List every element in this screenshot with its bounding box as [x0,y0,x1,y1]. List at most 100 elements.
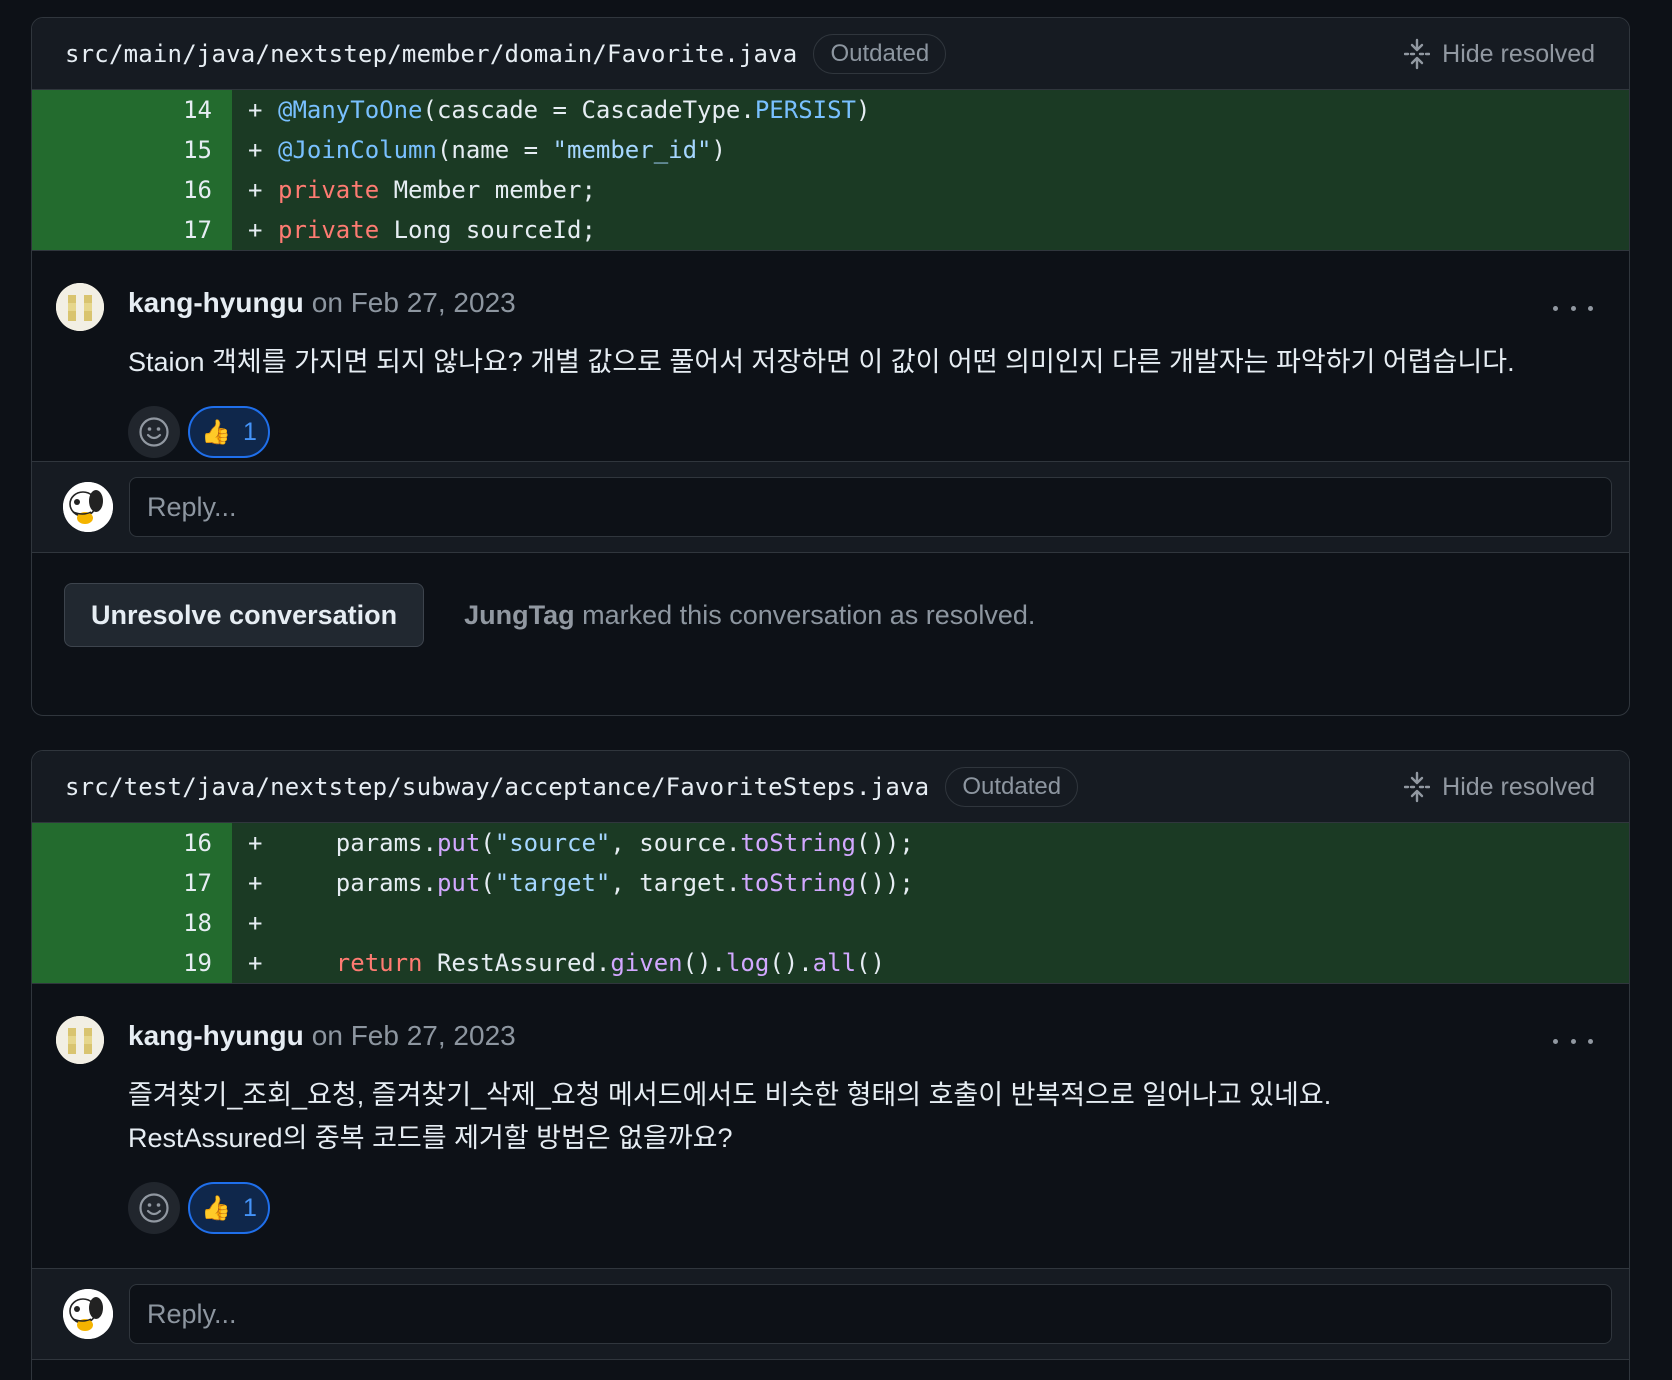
code-token: , target. [610,869,741,897]
avatar[interactable] [56,283,104,331]
file-path[interactable]: src/main/java/nextstep/member/domain/Fav… [65,40,797,68]
code-line: params.put("source", source.toString()); [268,829,914,857]
line-number[interactable]: 19 [32,943,232,983]
reply-input[interactable]: Reply... [129,1284,1612,1344]
resolver-name[interactable]: JungTag [464,600,575,630]
diff-line: 19 + return RestAssured.given().log().al… [32,943,1629,983]
code-token: params. [278,869,437,897]
code-token-kw: private [278,176,380,204]
snoopy-avatar-icon [63,482,113,532]
diff-line: 16 + params.put("source", source.toStrin… [32,823,1629,863]
review-thread: src/test/java/nextstep/subway/acceptance… [31,750,1630,1380]
thumbs-up-reaction[interactable]: 👍 1 [188,406,270,458]
code-line: params.put("target", target.toString()); [268,869,914,897]
code-token: ( [480,829,495,857]
more-options-button[interactable] [1553,1026,1593,1056]
reaction-count: 1 [242,1193,257,1222]
reply-row: Reply... [32,1268,1629,1360]
diff-line: 17 + params.put("target", target.toStrin… [32,863,1629,903]
identicon-icon [56,1016,104,1064]
diff-hunk: 14 + @ManyToOne(cascade = CascadeType.PE… [32,90,1629,251]
line-number[interactable]: 18 [32,903,232,943]
more-options-button[interactable] [1553,293,1593,323]
comment-body: 즐겨찾기_조회_요청, 즐겨찾기_삭제_요청 메서드에서도 비슷한 형태의 호출… [128,1074,1629,1160]
avatar[interactable] [63,1289,113,1339]
diff-line: 14 + @ManyToOne(cascade = CascadeType.PE… [32,90,1629,130]
code-token-str: "source" [494,829,611,857]
hide-resolved-button[interactable]: Hide resolved [1404,751,1595,823]
diff-line: 16 + private Member member; [32,170,1629,210]
add-reaction-button[interactable] [128,1182,180,1234]
code-token: params. [278,829,437,857]
line-number[interactable]: 15 [32,130,232,170]
diff-line: 18 + [32,903,1629,943]
code-token: ()); [856,829,914,857]
code-token: Long sourceId; [379,216,596,244]
code-token-ann: @ManyToOne [278,96,423,124]
diff-sign: + [248,96,263,124]
diff-sign: + [248,829,263,857]
resolved-text: marked this conversation as resolved. [582,599,1036,630]
code-token-fn: log [725,949,770,977]
code-token: (cascade = CascadeType. [422,96,755,124]
code-token-fn: toString [740,869,856,897]
comment-text-line: 즐겨찾기_조회_요청, 즐겨찾기_삭제_요청 메서드에서도 비슷한 형태의 호출… [128,1080,1332,1110]
comment-text-line: Staion 객체를 가지면 되지 않나요? 개별 값으로 풀어서 저장하면 이… [128,347,1515,377]
code-token: ) [711,136,726,164]
snoopy-avatar-icon [63,1289,113,1339]
resolved-message: JungTag marked this conversation as reso… [464,600,1035,631]
comment-body: Staion 객체를 가지면 되지 않나요? 개별 값으로 풀어서 저장하면 이… [128,341,1629,384]
reactions-bar: 👍 1 [128,406,1629,458]
resolve-row: Unresolve conversation JungTag marked th… [32,583,1629,647]
code-token: RestAssured. [422,949,611,977]
thumbs-up-reaction[interactable]: 👍 1 [188,1182,270,1234]
comment-author[interactable]: kang-hyungu [128,287,304,319]
code-token-kw: return [335,949,423,977]
diff-line: 15 + @JoinColumn(name = "member_id") [32,130,1629,170]
diff-sign: + [248,869,263,897]
line-number[interactable]: 17 [32,863,232,903]
comment-author[interactable]: kang-hyungu [128,1020,304,1052]
code-line: private Member member; [268,176,596,204]
unresolve-conversation-button[interactable]: Unresolve conversation [64,583,425,647]
diff-sign: + [248,949,263,977]
hide-resolved-button[interactable]: Hide resolved [1404,18,1595,90]
reply-input[interactable]: Reply... [129,477,1612,537]
diff-sign: + [248,176,263,204]
fold-icon [1404,38,1431,70]
outdated-badge: Outdated [945,766,1079,807]
code-token: (name = [436,136,553,164]
code-token-fn: all [812,949,857,977]
fold-icon [1404,771,1431,803]
diff-sign: + [248,136,263,164]
line-number[interactable]: 16 [32,823,232,863]
code-token: (). [682,949,726,977]
code-token-const: PERSIST [754,96,856,124]
smiley-icon [139,417,169,447]
reactions-bar: 👍 1 [128,1182,1629,1234]
comment-date[interactable]: on Feb 27, 2023 [312,1020,516,1052]
code-line: private Long sourceId; [268,216,596,244]
hide-resolved-label: Hide resolved [1442,772,1595,801]
code-token: Member member; [379,176,596,204]
file-header: src/main/java/nextstep/member/domain/Fav… [32,18,1629,90]
code-token-str: "target" [494,869,611,897]
code-token: ( [480,869,495,897]
avatar[interactable] [63,482,113,532]
line-number[interactable]: 14 [32,90,232,130]
avatar[interactable] [56,1016,104,1064]
code-token-ann: @JoinColumn [278,136,437,164]
file-path[interactable]: src/test/java/nextstep/subway/acceptance… [65,773,929,801]
line-number[interactable]: 16 [32,170,232,210]
comment-date[interactable]: on Feb 27, 2023 [312,287,516,319]
outdated-badge: Outdated [813,33,947,74]
reaction-count: 1 [242,417,257,446]
identicon-icon [56,283,104,331]
diff-hunk: 16 + params.put("source", source.toStrin… [32,823,1629,984]
reply-row: Reply... [32,461,1629,553]
line-number[interactable]: 17 [32,210,232,250]
diff-sign: + [248,909,263,937]
add-reaction-button[interactable] [128,406,180,458]
thumbs-up-icon: 👍 [201,418,231,446]
hide-resolved-label: Hide resolved [1442,39,1595,68]
